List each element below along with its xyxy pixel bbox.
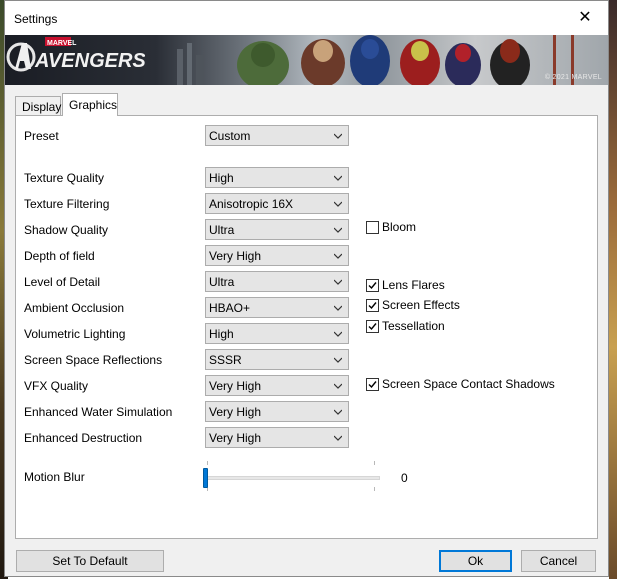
settings-dialog: Settings ✕ MARVEL AVENGERS © 2021 MARVEL… bbox=[4, 0, 609, 577]
vfx-quality-value: Very High bbox=[209, 379, 262, 393]
checkmark-icon bbox=[368, 302, 377, 310]
screen-space-reflections-dropdown[interactable]: SSSR bbox=[205, 349, 349, 370]
ambient-occlusion-dropdown[interactable]: HBAO+ bbox=[205, 297, 349, 318]
shadow-quality-label: Shadow Quality bbox=[24, 223, 109, 237]
ambient-occlusion-label: Ambient Occlusion bbox=[24, 301, 125, 315]
tessellation-label: Tessellation bbox=[382, 319, 445, 333]
title-bar: Settings ✕ bbox=[5, 1, 608, 35]
screen-space-reflections-value: SSSR bbox=[209, 353, 242, 367]
slider-tick-end bbox=[374, 461, 375, 465]
depth-of-field-label: Depth of field bbox=[24, 249, 95, 263]
screen-space-contact-shadows-label: Screen Space Contact Shadows bbox=[382, 377, 555, 391]
tessellation-checkbox-box[interactable] bbox=[366, 320, 379, 333]
preset-value: Custom bbox=[209, 129, 251, 143]
avengers-logo-text: AVENGERS bbox=[34, 50, 145, 72]
bloom-label: Bloom bbox=[382, 220, 417, 234]
chevron-down-icon bbox=[334, 133, 342, 139]
screen-space-contact-shadows-checkbox-box[interactable] bbox=[366, 378, 379, 391]
texture-quality-value: High bbox=[209, 171, 234, 185]
slider-tick-start bbox=[207, 461, 208, 465]
texture-filtering-value: Anisotropic 16X bbox=[209, 197, 294, 211]
enhanced-water-simulation-label: Enhanced Water Simulation bbox=[24, 405, 173, 419]
tab-display-label: Display bbox=[22, 100, 62, 114]
motion-blur-slider-track[interactable] bbox=[206, 476, 380, 480]
texture-filtering-dropdown[interactable]: Anisotropic 16X bbox=[205, 193, 349, 214]
level-of-detail-label: Level of Detail bbox=[24, 275, 101, 289]
level-of-detail-dropdown[interactable]: Ultra bbox=[205, 271, 349, 292]
enhanced-destruction-label: Enhanced Destruction bbox=[24, 431, 143, 445]
cancel-button[interactable]: Cancel bbox=[521, 550, 596, 572]
chevron-down-icon bbox=[334, 253, 342, 259]
texture-quality-dropdown[interactable]: High bbox=[205, 167, 349, 188]
volumetric-lighting-label: Volumetric Lighting bbox=[24, 327, 126, 341]
tab-graphics[interactable]: Graphics bbox=[62, 93, 118, 116]
motion-blur-slider-thumb[interactable] bbox=[203, 468, 208, 488]
depth-of-field-dropdown[interactable]: Very High bbox=[205, 245, 349, 266]
volumetric-lighting-dropdown[interactable]: High bbox=[205, 323, 349, 344]
checkmark-icon bbox=[368, 381, 377, 389]
screen-effects-checkbox-box[interactable] bbox=[366, 299, 379, 312]
chevron-down-icon bbox=[334, 201, 342, 207]
checkmark-icon bbox=[368, 282, 377, 290]
tab-graphics-label: Graphics bbox=[69, 98, 118, 112]
window-title: Settings bbox=[14, 12, 58, 26]
preset-dropdown[interactable]: Custom bbox=[205, 125, 349, 146]
enhanced-destruction-value: Very High bbox=[209, 431, 262, 445]
screen-space-reflections-label: Screen Space Reflections bbox=[24, 353, 163, 367]
chevron-down-icon bbox=[334, 175, 342, 181]
ambient-occlusion-value: HBAO+ bbox=[209, 301, 251, 315]
level-of-detail-value: Ultra bbox=[209, 275, 235, 289]
avengers-logo: MARVEL AVENGERS bbox=[6, 37, 145, 72]
background-wallpaper-right bbox=[609, 0, 617, 579]
chevron-down-icon bbox=[334, 331, 342, 337]
chevron-down-icon bbox=[334, 305, 342, 311]
close-icon: ✕ bbox=[578, 9, 592, 26]
motion-blur-label: Motion Blur bbox=[24, 470, 85, 484]
marvel-logo-text: MARVEL bbox=[47, 40, 77, 47]
vfx-quality-dropdown[interactable]: Very High bbox=[205, 375, 349, 396]
chevron-down-icon bbox=[334, 227, 342, 233]
tab-display[interactable]: Display bbox=[15, 96, 61, 116]
shadow-quality-value: Ultra bbox=[209, 223, 235, 237]
enhanced-destruction-dropdown[interactable]: Very High bbox=[205, 427, 349, 448]
depth-of-field-value: Very High bbox=[209, 249, 262, 263]
checkmark-icon bbox=[368, 323, 377, 331]
bloom-checkbox-box[interactable] bbox=[366, 221, 379, 234]
chevron-down-icon bbox=[334, 279, 342, 285]
texture-quality-label: Texture Quality bbox=[24, 171, 105, 185]
copyright-text: © 2021 MARVEL bbox=[544, 74, 602, 81]
set-to-default-button[interactable]: Set To Default bbox=[16, 550, 164, 572]
chevron-down-icon bbox=[334, 435, 342, 441]
close-button[interactable]: ✕ bbox=[562, 1, 608, 35]
ok-button[interactable]: Ok bbox=[439, 550, 512, 572]
chevron-down-icon bbox=[334, 357, 342, 363]
enhanced-water-simulation-value: Very High bbox=[209, 405, 262, 419]
lens-flares-label: Lens Flares bbox=[382, 278, 445, 292]
lens-flares-checkbox-box[interactable] bbox=[366, 279, 379, 292]
volumetric-lighting-value: High bbox=[209, 327, 234, 341]
screen-effects-label: Screen Effects bbox=[382, 298, 460, 312]
enhanced-water-simulation-dropdown[interactable]: Very High bbox=[205, 401, 349, 422]
texture-filtering-label: Texture Filtering bbox=[24, 197, 110, 211]
preset-label: Preset bbox=[24, 129, 59, 143]
vfx-quality-label: VFX Quality bbox=[24, 379, 89, 393]
slider-tick-end-bottom bbox=[374, 487, 375, 491]
avengers-banner: MARVEL AVENGERS © 2021 MARVEL bbox=[5, 35, 608, 85]
graphics-panel: Preset Custom Texture Quality High Textu… bbox=[15, 115, 598, 539]
shadow-quality-dropdown[interactable]: Ultra bbox=[205, 219, 349, 240]
chevron-down-icon bbox=[334, 383, 342, 389]
motion-blur-value: 0 bbox=[401, 471, 408, 485]
chevron-down-icon bbox=[334, 409, 342, 415]
